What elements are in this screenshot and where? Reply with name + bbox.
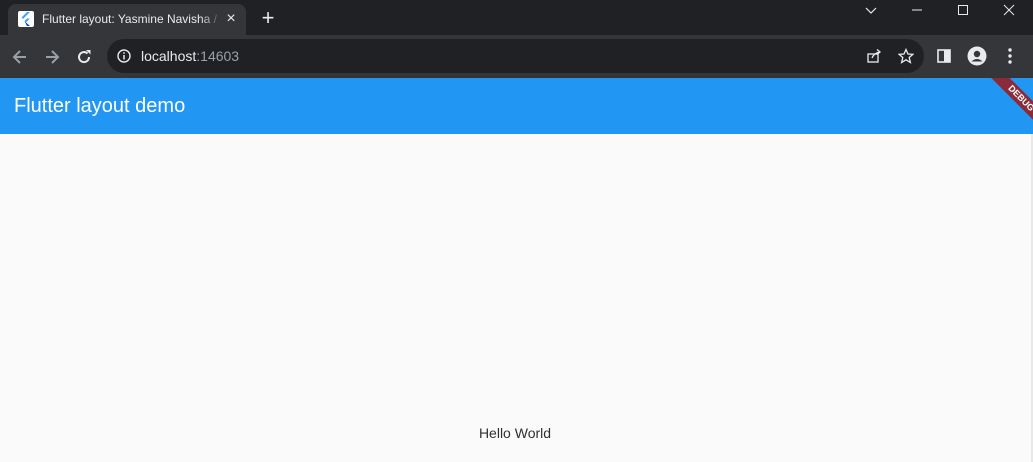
debug-banner-label: DEBUG xyxy=(988,78,1033,132)
share-icon[interactable] xyxy=(865,47,883,65)
reload-icon[interactable] xyxy=(72,45,96,69)
url-text[interactable]: localhost:14603 xyxy=(141,48,239,64)
browser-toolbar: localhost:14603 xyxy=(0,35,1033,78)
close-icon[interactable] xyxy=(986,0,1032,20)
browser-tab[interactable]: Flutter layout: Yasmine Navisha / ... × xyxy=(8,4,246,35)
new-tab-button[interactable]: + xyxy=(256,6,280,30)
info-icon[interactable] xyxy=(117,49,131,63)
tab-close-icon[interactable]: × xyxy=(222,10,240,28)
minimize-icon[interactable] xyxy=(894,0,940,20)
forward-arrow-icon[interactable] xyxy=(40,45,64,69)
flutter-icon xyxy=(18,11,34,27)
back-arrow-icon[interactable] xyxy=(8,45,32,69)
tab-title: Flutter layout: Yasmine Navisha / ... xyxy=(42,12,222,26)
url-host: localhost xyxy=(141,48,197,64)
page-title: Flutter layout demo xyxy=(14,95,186,117)
app-bar: Flutter layout demo xyxy=(0,78,1033,134)
side-panel-icon[interactable] xyxy=(934,46,954,66)
maximize-icon[interactable] xyxy=(940,0,986,20)
app-body xyxy=(0,134,1033,462)
debug-banner: DEBUG xyxy=(973,78,1033,138)
tab-strip: Flutter layout: Yasmine Navisha / ... × … xyxy=(0,0,1033,35)
profile-avatar-icon[interactable] xyxy=(967,46,987,66)
chevron-down-icon[interactable] xyxy=(848,0,894,20)
address-bar[interactable]: localhost:14603 xyxy=(107,39,924,73)
bookmark-star-icon[interactable] xyxy=(897,47,915,65)
more-menu-icon[interactable] xyxy=(1000,46,1020,66)
url-port: :14603 xyxy=(196,48,240,64)
hello-text: Hello World xyxy=(478,425,552,441)
